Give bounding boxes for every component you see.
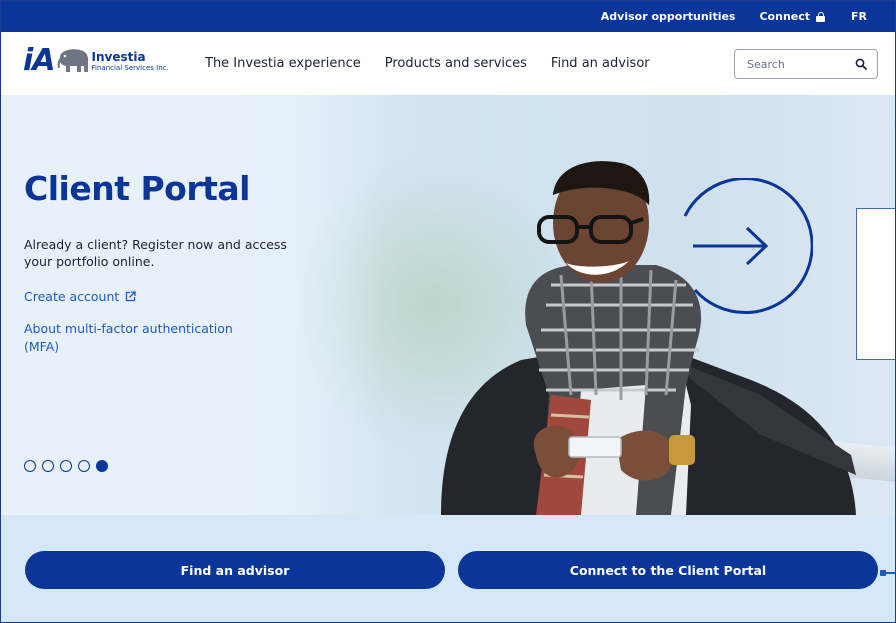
language-toggle[interactable]: FR bbox=[851, 1, 867, 32]
page-frame: Advisor opportunities Connect FR iA Inve… bbox=[0, 0, 896, 623]
arrow-right-icon bbox=[683, 178, 813, 314]
site-header: iA Investia Financial Services Inc. The … bbox=[1, 32, 895, 95]
carousel-dot-5[interactable] bbox=[96, 460, 108, 472]
carousel-dot-4[interactable] bbox=[78, 460, 90, 472]
carousel-dot-2[interactable] bbox=[42, 460, 54, 472]
utility-bar: Advisor opportunities Connect FR bbox=[1, 1, 895, 32]
create-account-label: Create account bbox=[24, 289, 120, 304]
nav-products-services[interactable]: Products and services bbox=[385, 56, 527, 71]
connect-client-portal-button[interactable]: Connect to the Client Portal bbox=[458, 551, 878, 589]
nav-find-advisor[interactable]: Find an advisor bbox=[551, 56, 650, 71]
connect-label: Connect bbox=[759, 10, 811, 23]
cta-band: Find an advisor Connect to the Client Po… bbox=[1, 515, 895, 622]
search-box bbox=[734, 49, 878, 79]
side-panel bbox=[856, 208, 895, 360]
search-input[interactable] bbox=[735, 57, 845, 71]
search-icon[interactable] bbox=[855, 58, 867, 70]
hero-text-backdrop bbox=[1, 95, 381, 515]
carousel-pagination bbox=[24, 460, 114, 472]
nav-investia-experience[interactable]: The Investia experience bbox=[205, 56, 361, 71]
logo-name: Investia bbox=[91, 49, 146, 64]
external-link-icon bbox=[126, 291, 136, 302]
scroll-indicator-dot bbox=[880, 570, 886, 576]
connect-link[interactable]: Connect bbox=[759, 1, 826, 32]
find-advisor-button[interactable]: Find an advisor bbox=[25, 551, 445, 589]
advisor-opportunities-link[interactable]: Advisor opportunities bbox=[601, 1, 736, 32]
investia-logo[interactable]: iA Investia Financial Services Inc. bbox=[23, 46, 169, 76]
logo-subtitle: Financial Services Inc. bbox=[91, 63, 169, 72]
hero-carousel: Client Portal Already a client? Register… bbox=[1, 95, 895, 515]
main-nav: The Investia experience Products and ser… bbox=[205, 32, 674, 95]
carousel-dot-1[interactable] bbox=[24, 460, 36, 472]
hero-description: Already a client? Register now and acces… bbox=[24, 237, 287, 269]
logo-text: Investia Financial Services Inc. bbox=[91, 49, 169, 72]
create-account-link[interactable]: Create account bbox=[24, 289, 136, 304]
lock-icon bbox=[816, 11, 826, 22]
logo-mark: iA bbox=[23, 43, 56, 78]
mfa-info-link[interactable]: About multi-factor authentication (MFA) bbox=[24, 320, 264, 356]
carousel-dot-3[interactable] bbox=[60, 460, 72, 472]
elephant-icon bbox=[57, 49, 88, 72]
hero-title: Client Portal bbox=[24, 169, 250, 208]
